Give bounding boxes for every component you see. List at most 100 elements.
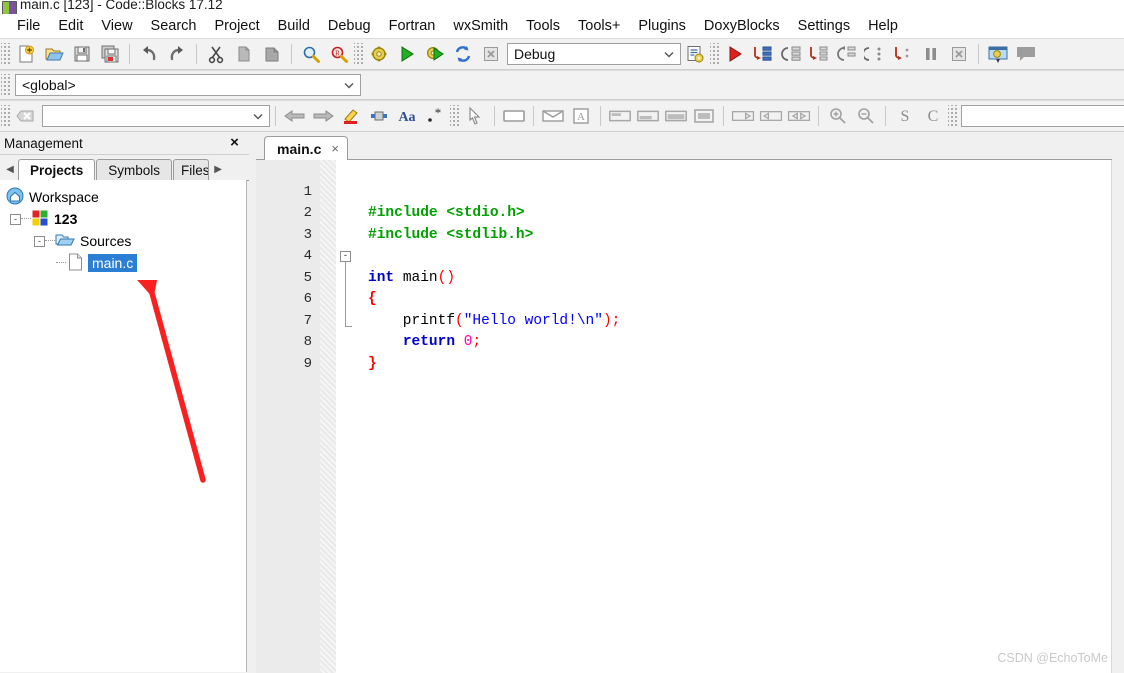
toolbar-grip[interactable] <box>710 43 719 65</box>
tabs-next-arrow-icon[interactable]: ▶ <box>210 158 226 180</box>
stretch-right-icon[interactable] <box>729 102 757 130</box>
line-source: } <box>368 355 377 372</box>
tab-projects[interactable]: Projects <box>18 159 96 181</box>
open-file-icon[interactable] <box>40 40 68 68</box>
toolbar-grip[interactable] <box>450 105 459 127</box>
cut-icon[interactable] <box>202 40 230 68</box>
find-icon[interactable] <box>297 40 325 68</box>
menu-plugins[interactable]: Plugins <box>629 16 695 36</box>
bookmark-icon[interactable] <box>365 102 393 130</box>
menu-wxsmith[interactable]: wxSmith <box>444 16 517 36</box>
tree-item-workspace[interactable]: Workspace <box>0 186 246 208</box>
toolbar-grip[interactable] <box>1 74 10 96</box>
menu-tools-plus[interactable]: Tools+ <box>569 16 629 36</box>
save-icon[interactable] <box>68 40 96 68</box>
editor-tabs: main.c × <box>256 132 1124 160</box>
debugging-windows-icon[interactable] <box>984 40 1012 68</box>
align-fill-icon[interactable] <box>662 102 690 130</box>
zoom-in-icon[interactable] <box>824 102 852 130</box>
menu-bar: File Edit View Search Project Build Debu… <box>0 14 1124 38</box>
run-icon[interactable] <box>393 40 421 68</box>
build-icon[interactable] <box>365 40 393 68</box>
stop-debugger-icon[interactable] <box>945 40 973 68</box>
wxsmith-select[interactable] <box>961 105 1124 127</box>
toolbar-grip[interactable] <box>1 43 10 65</box>
symbol-s-icon[interactable]: S <box>891 102 919 130</box>
goto-previous-icon[interactable] <box>281 102 309 130</box>
tab-files[interactable]: Files <box>173 159 210 180</box>
undo-icon[interactable] <box>135 40 163 68</box>
menu-project[interactable]: Project <box>206 16 269 36</box>
scope-select[interactable]: <global> <box>15 74 361 96</box>
tree-item-main-c[interactable]: main.c <box>0 252 246 274</box>
close-icon[interactable]: × <box>226 134 243 151</box>
expander-collapse-icon[interactable]: - <box>34 235 45 247</box>
svg-text:Aa: Aa <box>398 110 415 125</box>
menu-tools[interactable]: Tools <box>517 16 569 36</box>
tree-item-project-123[interactable]: - 123 <box>0 208 246 230</box>
build-target-options-icon[interactable] <box>681 40 709 68</box>
toolbar-separator <box>885 106 886 126</box>
zoom-out-icon[interactable] <box>852 102 880 130</box>
regex-icon[interactable]: * <box>421 102 449 130</box>
align-bottom-icon[interactable] <box>634 102 662 130</box>
menu-doxyblocks[interactable]: DoxyBlocks <box>695 16 789 36</box>
menu-search[interactable]: Search <box>142 16 206 36</box>
next-line-icon[interactable] <box>777 40 805 68</box>
new-file-icon[interactable] <box>12 40 40 68</box>
clear-icon[interactable] <box>12 102 40 130</box>
menu-settings[interactable]: Settings <box>789 16 859 36</box>
next-instruction-icon[interactable] <box>861 40 889 68</box>
image-icon[interactable]: A <box>567 102 595 130</box>
abort-icon[interactable] <box>477 40 505 68</box>
search-input[interactable] <box>42 105 270 127</box>
highlight-icon[interactable] <box>337 102 365 130</box>
menu-fortran[interactable]: Fortran <box>380 16 445 36</box>
replace-icon[interactable]: R <box>325 40 353 68</box>
expander-collapse-icon[interactable]: - <box>10 213 21 225</box>
debug-continue-icon[interactable] <box>721 40 749 68</box>
paste-icon[interactable] <box>258 40 286 68</box>
rebuild-icon[interactable] <box>449 40 477 68</box>
run-to-cursor-icon[interactable] <box>749 40 777 68</box>
tabs-prev-arrow-icon[interactable]: ◀ <box>2 158 18 180</box>
stretch-both-icon[interactable] <box>785 102 813 130</box>
editor-tab-main-c[interactable]: main.c × <box>264 136 348 160</box>
expand-icon[interactable] <box>690 102 718 130</box>
step-out-icon[interactable] <box>833 40 861 68</box>
match-case-icon[interactable]: Aa <box>393 102 421 130</box>
toolbar-grip[interactable] <box>1 105 10 127</box>
various-info-icon[interactable] <box>1012 40 1040 68</box>
menu-edit[interactable]: Edit <box>49 16 92 36</box>
step-into-instruction-icon[interactable] <box>889 40 917 68</box>
break-debugger-icon[interactable] <box>917 40 945 68</box>
panel-icon[interactable] <box>500 102 528 130</box>
menu-build[interactable]: Build <box>269 16 319 36</box>
menu-file[interactable]: File <box>8 16 49 36</box>
tab-symbols[interactable]: Symbols <box>96 159 173 180</box>
tree-item-sources[interactable]: - Sources <box>0 230 246 252</box>
align-top-icon[interactable] <box>606 102 634 130</box>
goto-next-icon[interactable] <box>309 102 337 130</box>
stretch-left-icon[interactable] <box>757 102 785 130</box>
build-target-select[interactable]: Debug <box>507 43 681 65</box>
copy-icon[interactable] <box>230 40 258 68</box>
build-and-run-icon[interactable] <box>421 40 449 68</box>
fold-guide-line <box>345 262 346 326</box>
symbol-c-icon[interactable]: C <box>919 102 947 130</box>
menu-debug[interactable]: Debug <box>319 16 380 36</box>
menu-help[interactable]: Help <box>859 16 907 36</box>
file-icon <box>68 253 83 274</box>
menu-view[interactable]: View <box>92 16 141 36</box>
redo-icon[interactable] <box>163 40 191 68</box>
code-line: 1 #include <stdio.h> <box>256 160 1112 222</box>
pointer-icon[interactable] <box>461 102 489 130</box>
fold-toggle-icon[interactable]: - <box>340 251 351 262</box>
close-icon[interactable]: × <box>331 141 339 156</box>
code-editor[interactable]: 1 #include <stdio.h> 2 #include <stdlib.… <box>256 160 1112 673</box>
dialog-icon[interactable] <box>539 102 567 130</box>
step-into-icon[interactable] <box>805 40 833 68</box>
toolbar-grip[interactable] <box>354 43 363 65</box>
save-all-icon[interactable] <box>96 40 124 68</box>
toolbar-grip[interactable] <box>948 105 957 127</box>
